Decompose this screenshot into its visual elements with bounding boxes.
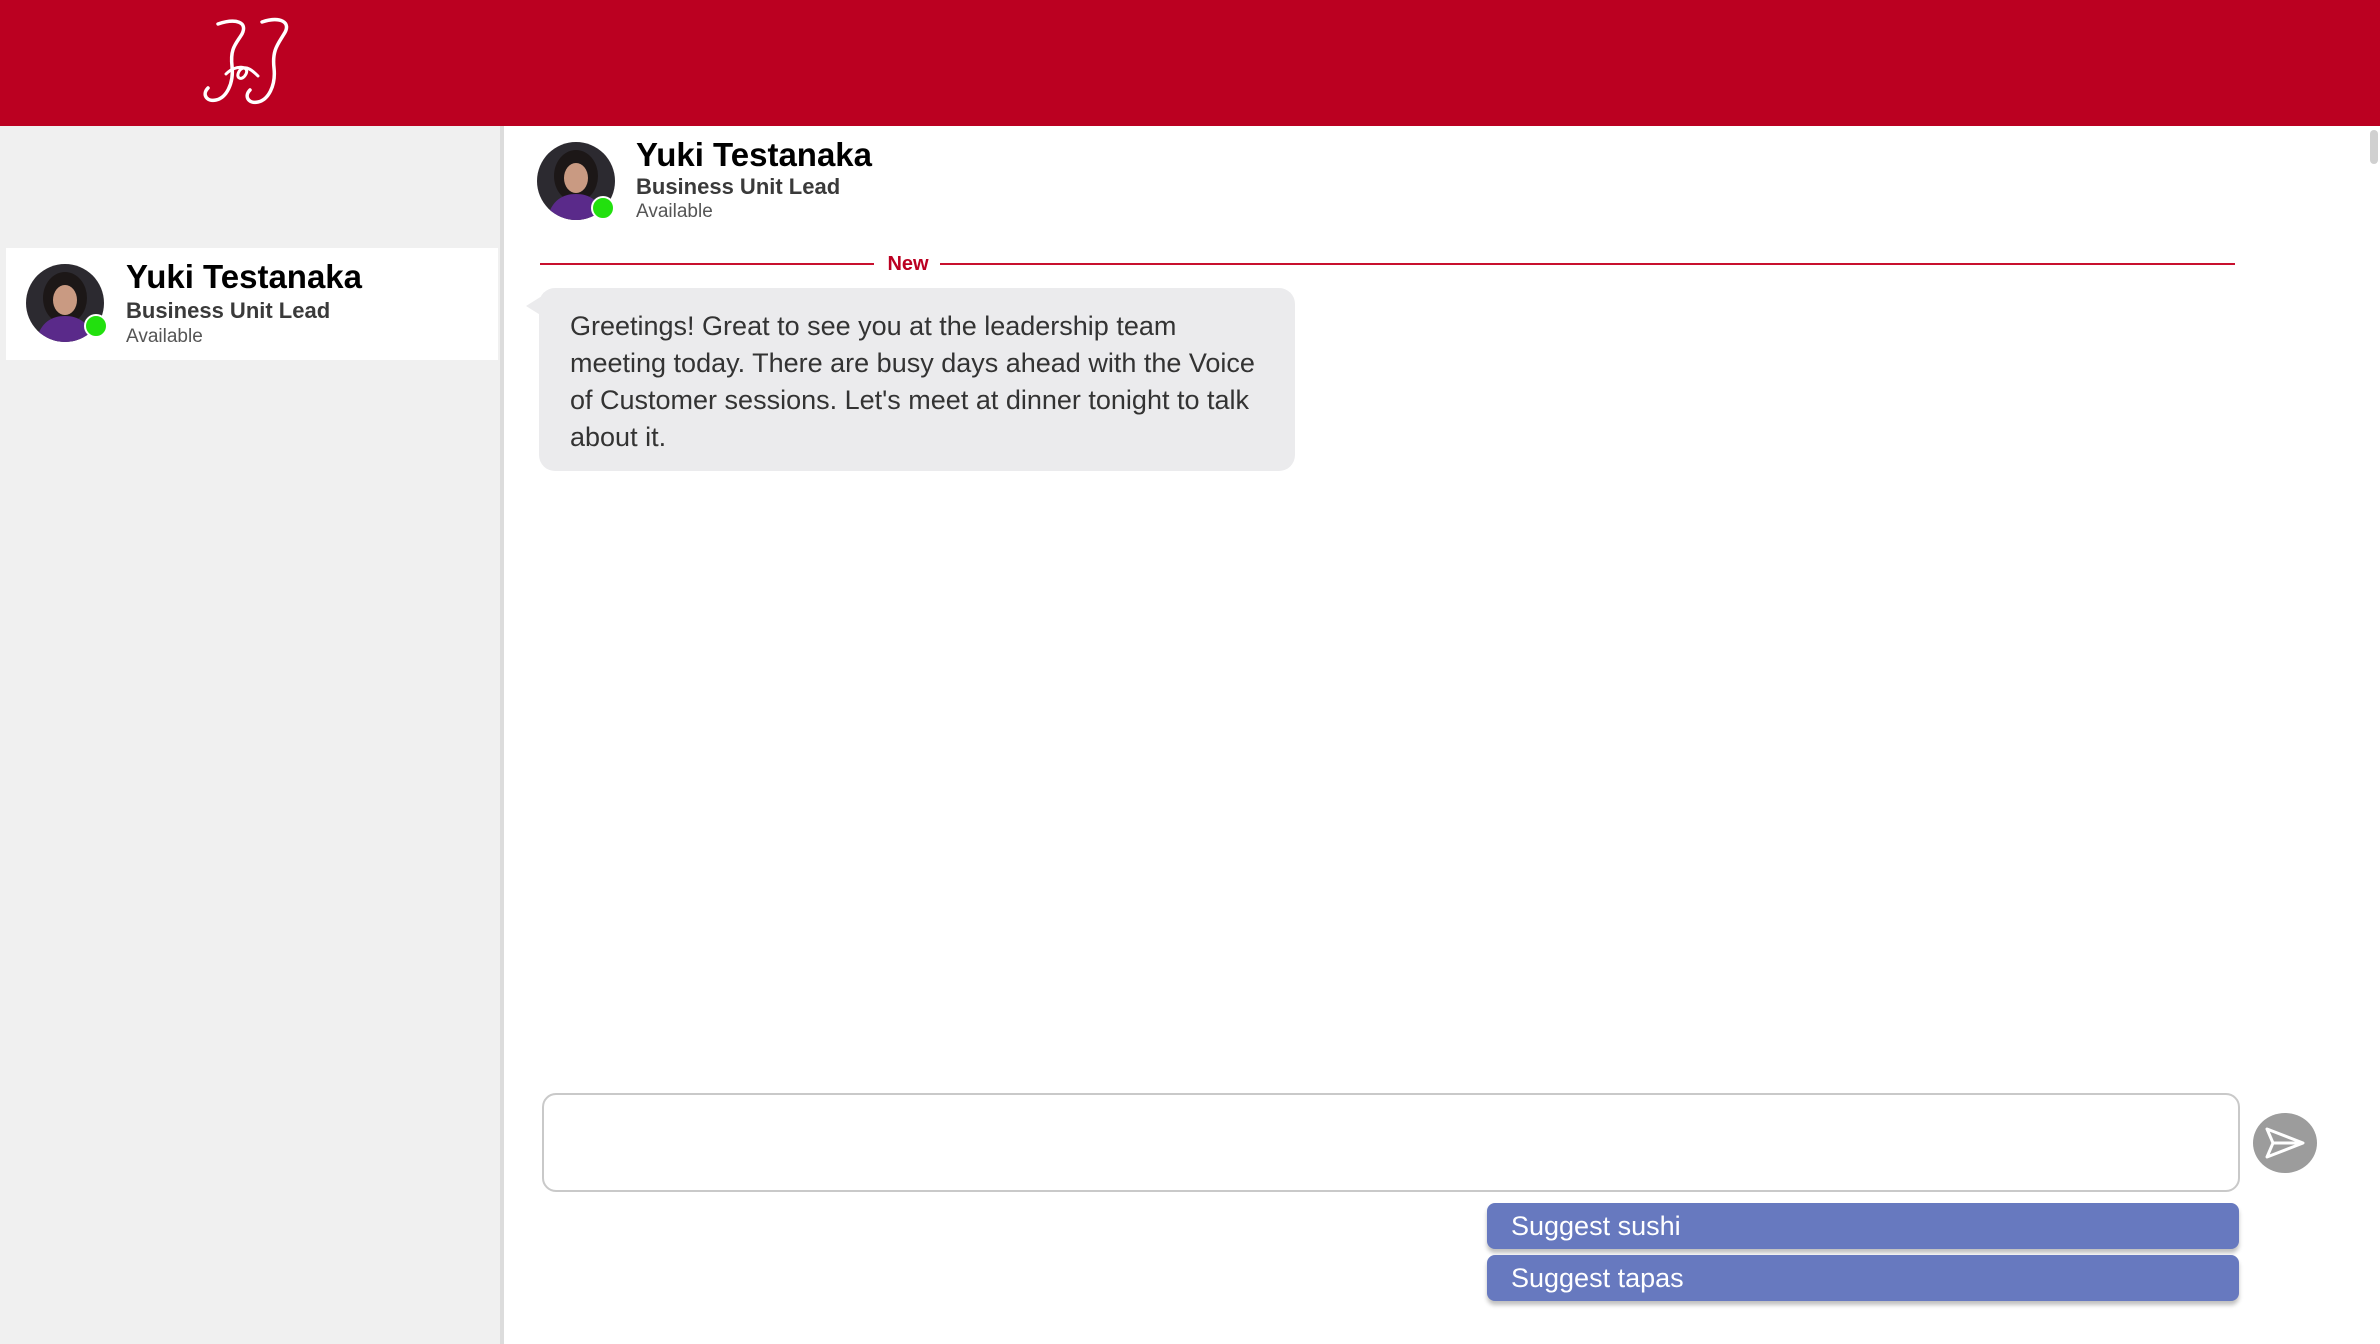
brand-logo [203, 17, 289, 105]
message-bubble: Greetings! Great to see you at the leade… [539, 288, 1295, 471]
chat-header-role: Business Unit Lead [636, 174, 841, 199]
contact-status: Available [126, 326, 203, 347]
send-button[interactable] [2253, 1113, 2317, 1173]
chat-header-avatar [537, 142, 615, 220]
chat-header-name: Yuki Testanaka [636, 136, 873, 173]
new-divider-line-right [940, 263, 2235, 265]
contact-name: Yuki Testanaka [126, 258, 363, 295]
message-input[interactable] [542, 1093, 2240, 1192]
chat-scrollbar[interactable] [2368, 126, 2380, 1344]
contact-list-item[interactable]: Yuki Testanaka Business Unit Lead Availa… [6, 248, 498, 360]
suggestion-button-sushi[interactable]: Suggest sushi [1487, 1203, 2239, 1249]
send-icon [2265, 1127, 2305, 1159]
suggestion-button-tapas[interactable]: Suggest tapas [1487, 1255, 2239, 1301]
contact-avatar [26, 264, 108, 342]
status-indicator-icon [84, 314, 108, 338]
new-messages-divider: New [887, 253, 929, 275]
new-divider-line-left [540, 263, 874, 265]
chat-scrollbar-thumb[interactable] [2370, 130, 2378, 164]
status-indicator-icon [591, 196, 615, 220]
contact-role: Business Unit Lead [126, 298, 331, 323]
top-bar [0, 0, 2380, 126]
chat-header-status: Available [636, 201, 713, 222]
sidebar: Yuki Testanaka Business Unit Lead Availa… [0, 126, 504, 1344]
